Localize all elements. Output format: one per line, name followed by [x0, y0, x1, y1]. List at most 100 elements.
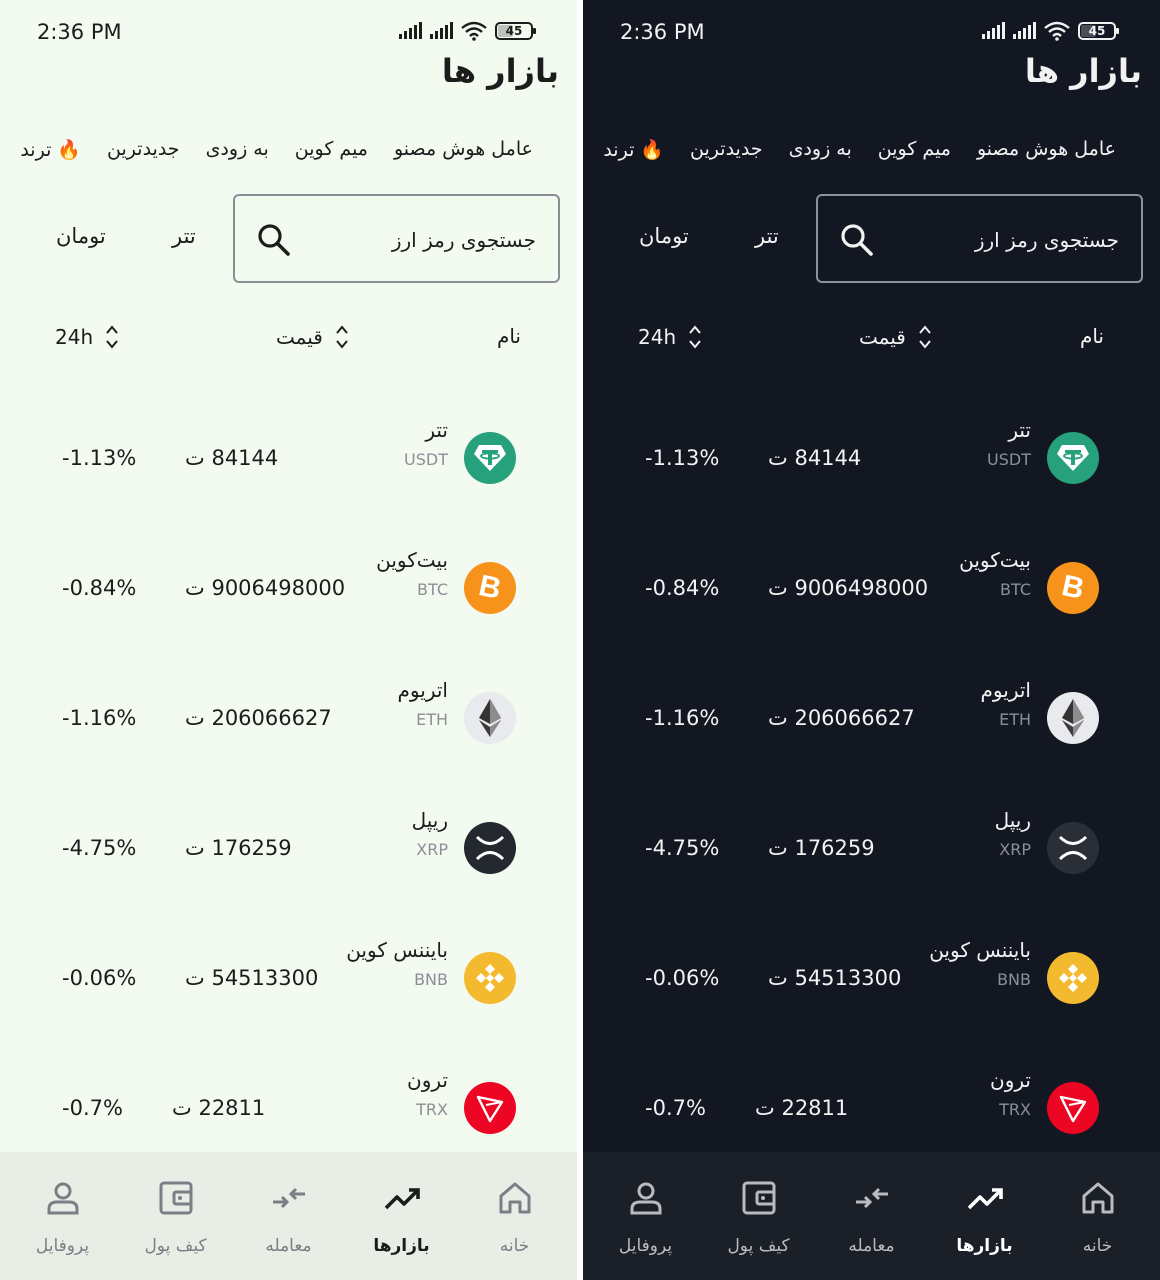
coin-name: اتریوم [397, 678, 448, 702]
coin-change: -0.7% [62, 1096, 123, 1120]
nav-item-trending-up[interactable]: بازارها [935, 1152, 1035, 1280]
coin-change: -0.7% [645, 1096, 706, 1120]
nav-label: بازارها [956, 1236, 1013, 1256]
search-input[interactable] [919, 220, 1119, 260]
nav-item-wallet[interactable]: کیف پول [709, 1152, 809, 1280]
sort-icon[interactable] [105, 324, 119, 350]
market-row[interactable]: اتریوم ETH 206066627 ت -1.16% [583, 678, 1160, 822]
column-header-name[interactable]: نام [1080, 324, 1104, 348]
column-price-label: قیمت [276, 325, 323, 349]
signal-icon [1013, 22, 1036, 39]
category-tab-ai-agent[interactable]: عامل هوش مصنو [977, 138, 1116, 161]
coin-price: 206066627 ت [768, 706, 915, 730]
category-tabs: 🔥ترند جدیدترین به زودی میم کوین عامل هوش… [603, 138, 1116, 161]
btc-logo-icon: B [1047, 562, 1099, 614]
category-tab-coming-soon[interactable]: به زودی [206, 138, 269, 161]
signal-icon [982, 22, 1005, 39]
coin-symbol: ETH [999, 710, 1031, 729]
wifi-icon [461, 21, 487, 41]
market-row[interactable]: بایننس کوین BNB 54513300 ت -0.06% [583, 938, 1160, 1082]
column-header-price[interactable]: قیمت [859, 324, 932, 350]
nav-item-trending-up[interactable]: بازارها [352, 1152, 452, 1280]
coin-symbol: BNB [997, 970, 1031, 989]
coin-change: -0.06% [62, 966, 137, 990]
usdt-logo-icon [464, 432, 516, 484]
home-icon [1078, 1178, 1118, 1222]
category-tab-coming-soon[interactable]: به زودی [789, 138, 852, 161]
coin-change: -0.84% [645, 576, 720, 600]
coin-name: اتریوم [980, 678, 1031, 702]
market-row[interactable]: B بیت‌کوین BTC 9006498000 ت -0.84% [0, 548, 577, 692]
search-icon[interactable] [255, 221, 293, 259]
search-box[interactable] [816, 194, 1143, 283]
market-row[interactable]: ریپل XRP 176259 ت -4.75% [583, 808, 1160, 952]
column-24h-label: 24h [55, 325, 94, 349]
coin-change: -4.75% [645, 836, 720, 860]
quote-tab-tether[interactable]: تتر [172, 224, 196, 248]
nav-item-swap-arrows[interactable]: معامله [239, 1152, 339, 1280]
wallet-icon [156, 1178, 196, 1222]
nav-item-user[interactable]: پروفایل [13, 1152, 113, 1280]
column-header-name[interactable]: نام [497, 324, 521, 348]
category-label: ترند [603, 139, 635, 161]
bottom-nav: خانه بازارها معامله کیف پول پروفایل [0, 1152, 577, 1280]
market-row[interactable]: اتریوم ETH 206066627 ت -1.16% [0, 678, 577, 822]
coin-name: ریپل [411, 808, 448, 832]
trx-logo-icon [464, 1082, 516, 1134]
wallet-icon [739, 1178, 779, 1222]
status-icons: 45 [399, 21, 536, 41]
eth-logo-icon [1047, 692, 1099, 744]
swap-arrows-icon [852, 1178, 892, 1222]
coin-symbol: BTC [417, 580, 448, 599]
coin-price: 22811 ت [755, 1096, 849, 1120]
trending-up-icon [965, 1178, 1005, 1222]
quote-tab-tether[interactable]: تتر [755, 224, 779, 248]
nav-label: خانه [1082, 1236, 1113, 1256]
search-box[interactable] [233, 194, 560, 283]
category-tab-meme-coin[interactable]: میم کوین [878, 138, 951, 161]
category-tab-newest[interactable]: جدیدترین [107, 138, 180, 161]
user-icon [43, 1178, 83, 1222]
category-tab-ai-agent[interactable]: عامل هوش مصنو [394, 138, 533, 161]
btc-logo-icon: B [464, 562, 516, 614]
swap-arrows-icon [269, 1178, 309, 1222]
category-tab-trend[interactable]: 🔥ترند [603, 138, 664, 161]
nav-item-home[interactable]: خانه [1048, 1152, 1148, 1280]
search-input[interactable] [336, 220, 536, 260]
coin-change: -1.16% [645, 706, 720, 730]
quote-tab-toman[interactable]: تومان [639, 224, 689, 248]
coin-price: 54513300 ت [185, 966, 319, 990]
quote-tab-toman[interactable]: تومان [56, 224, 106, 248]
column-24h-label: 24h [638, 325, 677, 349]
signal-icon [430, 22, 453, 39]
coin-symbol: USDT [404, 450, 448, 469]
category-tab-newest[interactable]: جدیدترین [690, 138, 763, 161]
nav-item-swap-arrows[interactable]: معامله [822, 1152, 922, 1280]
nav-label: معامله [848, 1236, 895, 1256]
market-row[interactable]: تتر USDT 84144 ت -1.13% [583, 418, 1160, 562]
market-row[interactable]: ریپل XRP 176259 ت -4.75% [0, 808, 577, 952]
market-row[interactable]: بایننس کوین BNB 54513300 ت -0.06% [0, 938, 577, 1082]
category-label: ترند [20, 139, 52, 161]
status-icons: 45 [982, 21, 1119, 41]
sort-icon[interactable] [335, 324, 349, 350]
column-price-label: قیمت [859, 325, 906, 349]
sort-icon[interactable] [918, 324, 932, 350]
home-icon [495, 1178, 535, 1222]
coin-name: تتر [1008, 418, 1031, 442]
category-tab-meme-coin[interactable]: میم کوین [295, 138, 368, 161]
market-row[interactable]: تتر USDT 84144 ت -1.13% [0, 418, 577, 562]
market-row[interactable]: B بیت‌کوین BTC 9006498000 ت -0.84% [583, 548, 1160, 692]
column-header-price[interactable]: قیمت [276, 324, 349, 350]
xrp-logo-icon [464, 822, 516, 874]
sort-icon[interactable] [688, 324, 702, 350]
nav-item-user[interactable]: پروفایل [596, 1152, 696, 1280]
nav-item-home[interactable]: خانه [465, 1152, 565, 1280]
coin-price: 22811 ت [172, 1096, 266, 1120]
page-title: بازار ها [441, 52, 559, 90]
nav-item-wallet[interactable]: کیف پول [126, 1152, 226, 1280]
category-tab-trend[interactable]: 🔥ترند [20, 138, 81, 161]
column-header-24h[interactable]: 24h [638, 324, 702, 350]
search-icon[interactable] [838, 221, 876, 259]
column-header-24h[interactable]: 24h [55, 324, 119, 350]
